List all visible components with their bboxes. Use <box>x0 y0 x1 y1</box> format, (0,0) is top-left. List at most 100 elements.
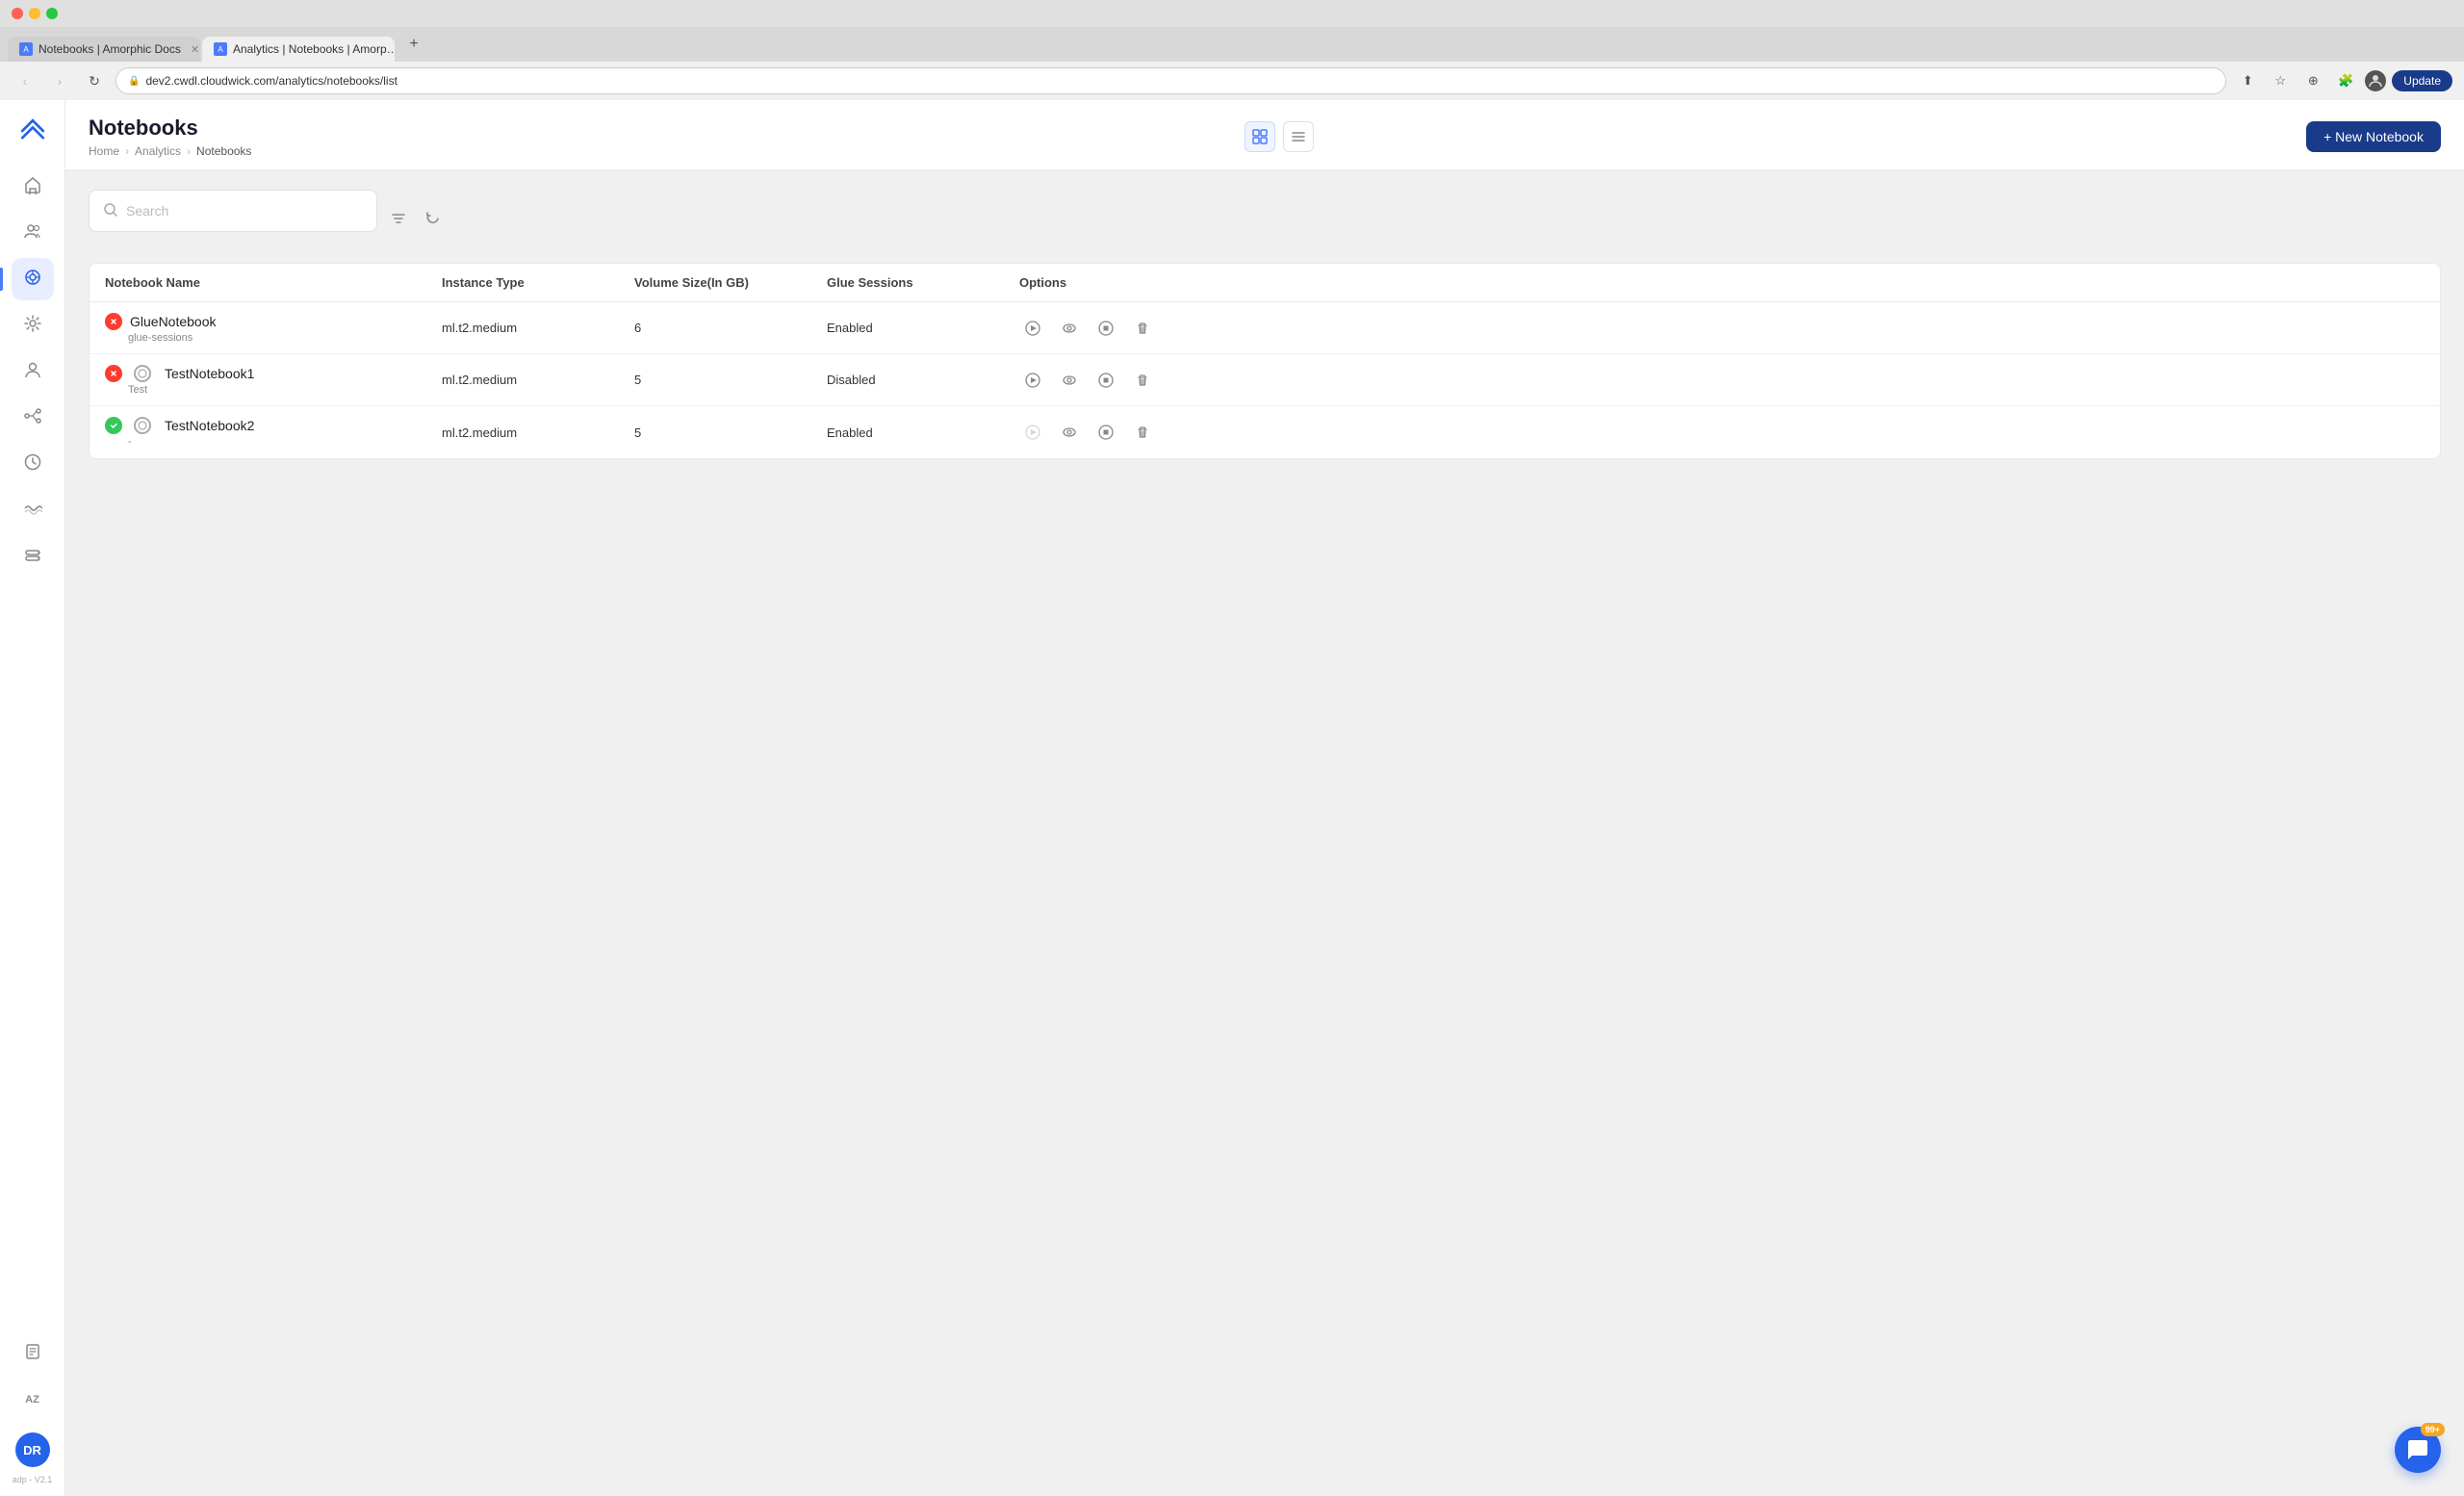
notebook-name-row-2: TestNotebook1 <box>105 365 442 382</box>
puzzle-icon[interactable]: 🧩 <box>2332 67 2359 94</box>
tab-label-1: Notebooks | Amorphic Docs <box>38 42 181 56</box>
settings-icon <box>23 314 42 338</box>
notebook-name-row-1: GlueNotebook <box>105 313 442 330</box>
share-icon[interactable]: ⬆ <box>2234 67 2261 94</box>
status-error-icon-1 <box>105 313 122 330</box>
sidebar-item-team[interactable] <box>12 212 54 254</box>
stop-button-2[interactable] <box>1092 367 1119 394</box>
notebook-tag-3: - <box>128 436 442 448</box>
glue-sessions-1: Enabled <box>827 321 1019 335</box>
play-button-2[interactable] <box>1019 367 1046 394</box>
filter-button[interactable] <box>385 205 412 232</box>
options-cell-3 <box>1019 419 2425 446</box>
table-header: Notebook Name Instance Type Volume Size(… <box>90 264 2440 302</box>
breadcrumb-home[interactable]: Home <box>89 144 119 158</box>
stop-button-1[interactable] <box>1092 315 1119 342</box>
delete-button-3[interactable] <box>1129 419 1156 446</box>
sidebar-logo[interactable] <box>13 112 52 150</box>
bookmark-icon[interactable]: ☆ <box>2267 67 2294 94</box>
glue-sessions-3: Enabled <box>827 426 1019 440</box>
minimize-traffic-light[interactable] <box>29 8 40 19</box>
notebook-name-3: TestNotebook2 <box>165 418 254 433</box>
sidebar-item-az[interactable]: AZ <box>12 1379 54 1421</box>
delete-button-1[interactable] <box>1129 315 1156 342</box>
glue-sessions-2: Disabled <box>827 373 1019 387</box>
maximize-traffic-light[interactable] <box>46 8 58 19</box>
table-row: TestNotebook2 - ml.t2.medium 5 Enabled <box>90 406 2440 458</box>
play-disabled-button-3[interactable] <box>1019 419 1046 446</box>
sidebar-item-storage[interactable] <box>12 535 54 578</box>
delete-button-2[interactable] <box>1129 367 1156 394</box>
notebook-tag-2: Test <box>128 384 442 396</box>
view-button-2[interactable] <box>1056 367 1083 394</box>
new-notebook-button[interactable]: + New Notebook <box>2306 121 2441 152</box>
tab-favicon-2: A <box>214 42 227 56</box>
page-title: Notebooks <box>89 116 251 141</box>
sidebar-item-settings[interactable] <box>12 304 54 347</box>
doc-icon <box>24 1343 41 1365</box>
sidebar-item-users[interactable] <box>12 350 54 393</box>
tabs-bar: A Notebooks | Amorphic Docs ✕ A Analytic… <box>0 27 2464 62</box>
sidebar-item-home[interactable] <box>12 166 54 208</box>
pipelines-icon <box>23 406 42 430</box>
browser-chrome: A Notebooks | Amorphic Docs ✕ A Analytic… <box>0 0 2464 100</box>
browser-tab-2[interactable]: A Analytics | Notebooks | Amorp… ✕ <box>202 37 395 62</box>
stop-button-3[interactable] <box>1092 419 1119 446</box>
sidebar-item-analytics[interactable] <box>12 258 54 300</box>
options-cell-1 <box>1019 315 2425 342</box>
sidebar-item-doc[interactable] <box>12 1332 54 1375</box>
clock-icon <box>23 452 42 477</box>
search-input[interactable] <box>126 203 363 219</box>
profile-icon[interactable] <box>2365 70 2386 91</box>
home-icon <box>23 175 42 199</box>
extensions-icon[interactable]: ⊕ <box>2299 67 2326 94</box>
view-button-3[interactable] <box>1056 419 1083 446</box>
volume-size-2: 5 <box>634 373 827 387</box>
instance-type-3: ml.t2.medium <box>442 426 634 440</box>
reload-button[interactable]: ↻ <box>81 67 108 94</box>
breadcrumb: Home › Analytics › Notebooks <box>89 144 251 158</box>
col-header-name: Notebook Name <box>105 275 442 290</box>
toolbar-icons: ⬆ ☆ ⊕ 🧩 Update <box>2234 67 2452 94</box>
play-button-1[interactable] <box>1019 315 1046 342</box>
refresh-button[interactable] <box>420 205 447 232</box>
page-header-left: Notebooks Home › Analytics › Notebooks <box>89 116 251 158</box>
update-button[interactable]: Update <box>2392 70 2452 91</box>
sidebar-item-clock[interactable] <box>12 443 54 485</box>
chat-badge: 99+ <box>2421 1423 2445 1436</box>
add-tab-button[interactable]: + <box>400 31 427 58</box>
close-traffic-light[interactable] <box>12 8 23 19</box>
browser-tab-1[interactable]: A Notebooks | Amorphic Docs ✕ <box>8 37 200 62</box>
user-icon <box>23 360 42 384</box>
back-button[interactable]: ‹ <box>12 67 38 94</box>
notebook-name-cell-3: TestNotebook2 - <box>105 407 442 457</box>
sidebar-avatar[interactable]: DR <box>15 1432 50 1467</box>
address-bar[interactable]: 🔒 dev2.cwdl.cloudwick.com/analytics/note… <box>116 67 2226 94</box>
sidebar-item-waves[interactable] <box>12 489 54 531</box>
grid-view-button[interactable] <box>1245 121 1275 152</box>
tab-label-2: Analytics | Notebooks | Amorp… <box>233 42 395 56</box>
view-button-1[interactable] <box>1056 315 1083 342</box>
status-success-icon-3 <box>105 417 122 434</box>
tab-close-1[interactable]: ✕ <box>191 43 199 56</box>
forward-button[interactable]: › <box>46 67 73 94</box>
notebook-name-1: GlueNotebook <box>130 314 217 329</box>
analytics-icon <box>23 268 42 292</box>
sidebar-item-pipelines[interactable] <box>12 397 54 439</box>
options-cell-2 <box>1019 367 2425 394</box>
page-header: Notebooks Home › Analytics › Notebooks +… <box>65 100 2464 170</box>
table-row: TestNotebook1 Test ml.t2.medium 5 Disabl… <box>90 354 2440 406</box>
storage-icon <box>23 545 42 569</box>
list-view-button[interactable] <box>1283 121 1314 152</box>
search-row <box>89 190 2441 247</box>
breadcrumb-analytics[interactable]: Analytics <box>135 144 181 158</box>
notebooks-table: Notebook Name Instance Type Volume Size(… <box>89 263 2441 459</box>
team-icon <box>23 221 42 245</box>
chat-widget[interactable]: 99+ <box>2395 1427 2441 1473</box>
address-bar-row: ‹ › ↻ 🔒 dev2.cwdl.cloudwick.com/analytic… <box>0 62 2464 100</box>
traffic-lights <box>12 8 58 19</box>
instance-type-2: ml.t2.medium <box>442 373 634 387</box>
notebook-name-2: TestNotebook1 <box>165 366 254 381</box>
app-layout: AZ DR adp - V2.1 Notebooks Home › Analyt… <box>0 100 2464 1496</box>
waves-icon <box>23 499 42 523</box>
